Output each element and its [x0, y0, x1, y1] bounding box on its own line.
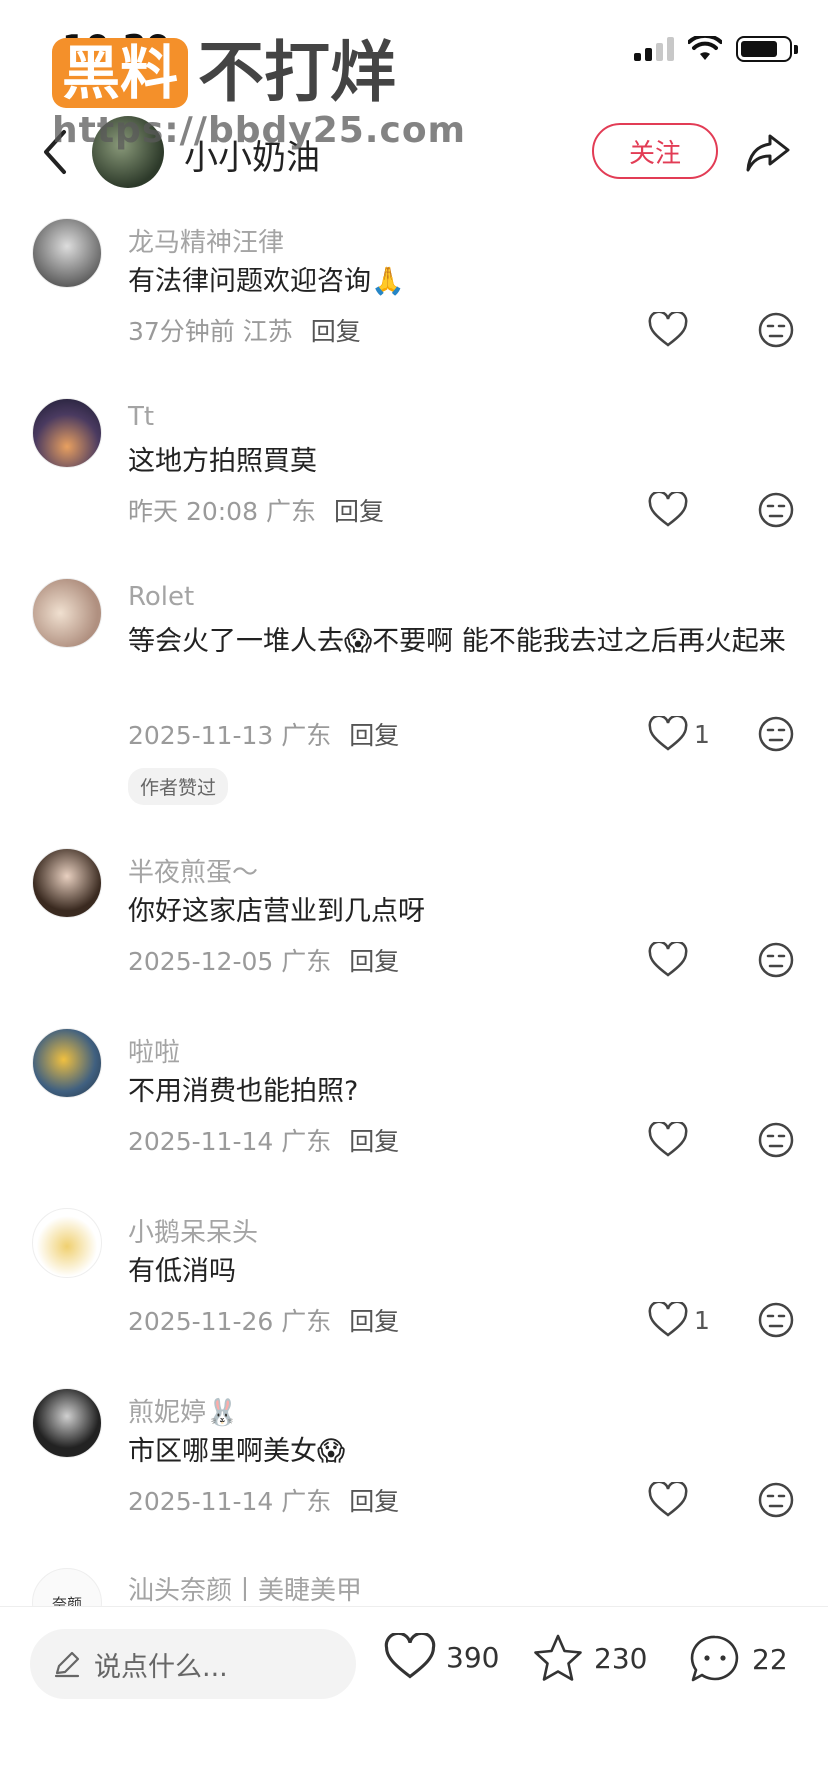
heart-icon[interactable] — [648, 942, 688, 978]
comment-time-location: 2025-11-14 广东 — [128, 1127, 332, 1156]
comment-text[interactable]: 你好这家店营业到几点呀 — [128, 890, 788, 934]
heart-icon[interactable] — [648, 492, 688, 528]
commenter-name[interactable]: 小鹅呆呆头 — [128, 1212, 258, 1249]
commenter-name[interactable]: 啦啦 — [128, 1032, 180, 1069]
like-count: 390 — [446, 1640, 500, 1674]
comment-bubble-icon — [690, 1635, 739, 1682]
reply-button[interactable]: 回复 — [349, 1307, 399, 1336]
heart-icon[interactable] — [648, 1482, 688, 1518]
reply-button[interactable]: 回复 — [311, 317, 361, 346]
commenter-name[interactable]: 煎妮婷🐰 — [128, 1392, 238, 1429]
star-icon — [534, 1634, 582, 1681]
comment-meta: 2025-11-14 广东 回复 — [128, 1122, 399, 1158]
commenter-avatar[interactable] — [32, 398, 102, 468]
dislike-face-icon[interactable] — [758, 1122, 794, 1158]
commenter-avatar[interactable] — [32, 578, 102, 648]
commenter-avatar[interactable] — [32, 848, 102, 918]
status-icons — [634, 36, 798, 62]
comment-count: 22 — [752, 1642, 788, 1676]
heart-icon[interactable] — [648, 1302, 688, 1338]
comment-input-placeholder: 说点什么... — [94, 1651, 228, 1683]
comment-meta: 2025-11-13 广东 回复 — [128, 716, 399, 752]
comment-time-location: 昨天 20:08 广东 — [128, 497, 316, 526]
commenter-name[interactable]: 半夜煎蛋～ — [128, 852, 258, 889]
dislike-face-icon[interactable] — [758, 1482, 794, 1518]
comment-text[interactable]: 不用消费也能拍照? — [128, 1070, 788, 1114]
comment-meta: 2025-11-26 广东 回复 — [128, 1302, 399, 1338]
author-liked-badge: 作者赞过 — [128, 768, 229, 805]
bottom-action-bar: 说点什么... 390 230 22 — [0, 1606, 828, 1792]
comment-time-location: 37分钟前 江苏 — [128, 317, 293, 346]
commenter-avatar[interactable] — [32, 1208, 102, 1278]
dislike-face-icon[interactable] — [758, 942, 794, 978]
comment-text[interactable]: 这地方拍照買莫 — [128, 440, 788, 484]
comment-meta: 2025-12-05 广东 回复 — [128, 942, 399, 978]
comment-text[interactable]: 有法律问题欢迎咨询🙏 — [128, 260, 788, 304]
heart-icon[interactable] — [648, 312, 688, 348]
comment-time-location: 2025-11-14 广东 — [128, 1487, 332, 1516]
watermark: 黑料 不打烊 — [52, 38, 396, 108]
comment-button[interactable]: 22 — [688, 1633, 788, 1685]
collect-count: 230 — [594, 1641, 648, 1675]
comment-meta: 37分钟前 江苏 回复 — [128, 312, 361, 348]
comment-meta: 2025-11-14 广东 回复 — [128, 1482, 399, 1518]
like-count: 1 — [694, 720, 710, 749]
dislike-face-icon[interactable] — [758, 1302, 794, 1338]
comment-time-location: 2025-12-05 广东 — [128, 947, 332, 976]
commenter-name[interactable]: 汕头奈颜丨美睫美甲 — [128, 1570, 362, 1607]
signal-icon — [634, 37, 674, 61]
comment-meta: 昨天 20:08 广东 回复 — [128, 492, 384, 528]
commenter-avatar[interactable] — [32, 1028, 102, 1098]
reply-button[interactable]: 回复 — [334, 497, 384, 526]
reply-button[interactable]: 回复 — [349, 1127, 399, 1156]
reply-button[interactable]: 回复 — [349, 1487, 399, 1516]
commenter-avatar[interactable] — [32, 218, 102, 288]
commenter-avatar[interactable] — [32, 1388, 102, 1458]
commenter-name[interactable]: Tt — [128, 402, 154, 432]
commenter-name[interactable]: Rolet — [128, 582, 194, 612]
heart-icon[interactable] — [648, 1122, 688, 1158]
comment-input[interactable]: 说点什么... — [30, 1629, 356, 1699]
watermark-text: 不打烊 — [198, 34, 397, 111]
watermark-url: https://bbdy25.com — [52, 110, 467, 151]
comment-time-location: 2025-11-13 广东 — [128, 721, 332, 750]
comment-time-location: 2025-11-26 广东 — [128, 1307, 332, 1336]
dislike-face-icon[interactable] — [758, 492, 794, 528]
watermark-badge: 黑料 — [52, 38, 189, 108]
comment-text[interactable]: 等会火了一堆人去😱不要啊 能不能我去过之后再火起来 — [128, 620, 788, 664]
reply-button[interactable]: 回复 — [349, 947, 399, 976]
heart-icon — [384, 1633, 436, 1679]
dislike-face-icon[interactable] — [758, 312, 794, 348]
heart-icon[interactable] — [648, 716, 688, 752]
dislike-face-icon[interactable] — [758, 716, 794, 752]
comment-text[interactable]: 有低消吗 — [128, 1250, 788, 1294]
commenter-name[interactable]: 龙马精神汪律 — [128, 222, 284, 259]
share-icon[interactable] — [744, 128, 792, 176]
wifi-icon — [688, 36, 722, 60]
pencil-icon — [54, 1651, 80, 1678]
like-count: 1 — [694, 1306, 710, 1335]
battery-icon — [736, 36, 798, 62]
collect-button[interactable]: 230 — [532, 1633, 647, 1683]
like-post-button[interactable]: 390 — [384, 1633, 499, 1681]
reply-button[interactable]: 回复 — [349, 721, 399, 750]
follow-button[interactable]: 关注 — [592, 123, 718, 179]
comment-text[interactable]: 市区哪里啊美女😱 — [128, 1430, 788, 1474]
